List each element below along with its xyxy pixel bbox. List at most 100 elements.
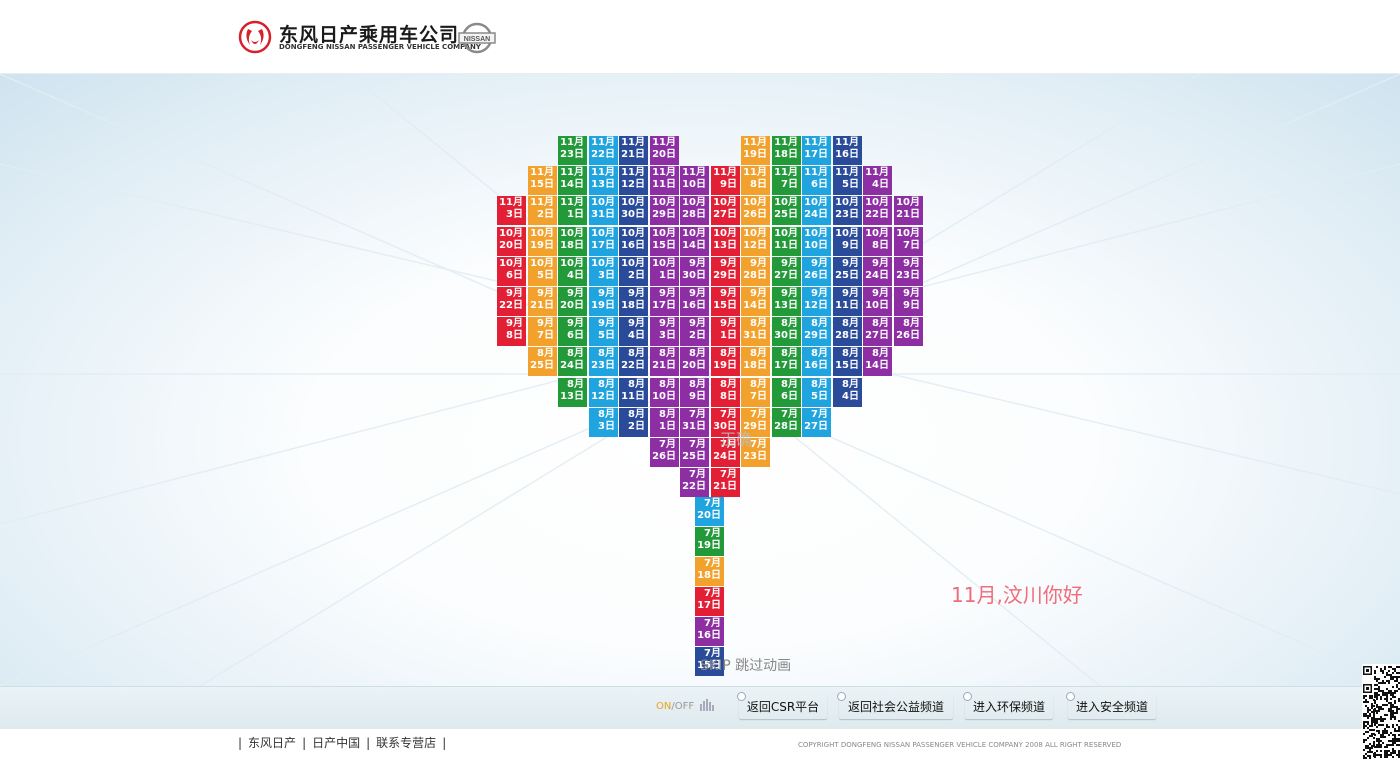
date-tile: 9月 15日 xyxy=(711,287,740,316)
date-tile-day: 20日 xyxy=(697,510,721,521)
button-dot-icon xyxy=(1066,692,1075,701)
date-tile: 9月 21日 xyxy=(528,287,557,316)
sound-on-label[interactable]: ON xyxy=(656,701,671,712)
date-tile-month: 8月 xyxy=(659,409,676,420)
dongfeng-logo-icon[interactable] xyxy=(238,20,272,54)
date-tile-day: 20日 xyxy=(652,149,676,160)
copyright-text: COPYRIGHT DONGFENG NISSAN PASSENGER VEHI… xyxy=(798,741,1122,749)
date-tile-month: 9月 xyxy=(689,318,706,329)
date-tile-month: 8月 xyxy=(659,348,676,359)
date-tile-month: 10月 xyxy=(804,228,828,239)
date-tile-day: 26日 xyxy=(652,451,676,462)
date-tile-month: 7月 xyxy=(720,409,737,420)
date-tile: 10月 31日 xyxy=(589,196,618,225)
date-tile-day: 27日 xyxy=(713,209,737,220)
date-tile: 9月 9日 xyxy=(894,287,923,316)
date-tile: 11月 10日 xyxy=(680,166,709,195)
date-tile: 8月 15日 xyxy=(833,347,862,376)
date-tile-day: 3日 xyxy=(506,209,523,220)
date-tile-month: 11月 xyxy=(499,197,523,208)
date-tile: 8月 7日 xyxy=(741,378,770,407)
date-tile-month: 10月 xyxy=(865,228,889,239)
date-tile: 10月 3日 xyxy=(589,257,618,286)
date-tile-month: 10月 xyxy=(713,197,737,208)
date-tile-day: 28日 xyxy=(774,421,798,432)
date-tile: 11月 4日 xyxy=(863,166,892,195)
date-tile: 8月 6日 xyxy=(772,378,801,407)
return-charity-channel-button[interactable]: 返回社会公益频道 xyxy=(837,692,953,719)
date-tile: 9月 30日 xyxy=(680,257,709,286)
date-tile-day: 25日 xyxy=(835,270,859,281)
sound-off-label[interactable]: /OFF xyxy=(671,701,694,712)
sound-bars-icon[interactable] xyxy=(700,699,714,711)
date-tile: 8月 23日 xyxy=(589,347,618,376)
date-tile-month: 7月 xyxy=(704,498,721,509)
date-tile: 10月 6日 xyxy=(497,257,526,286)
enter-safety-channel-button[interactable]: 进入安全频道 xyxy=(1066,692,1156,719)
date-tile-day: 23日 xyxy=(896,270,920,281)
date-tile: 8月 17日 xyxy=(772,347,801,376)
date-tile-day: 23日 xyxy=(560,149,584,160)
date-tile: 10月 1日 xyxy=(650,257,679,286)
footer-link-nissan-china[interactable]: 日产中国 xyxy=(312,736,360,750)
date-tile-month: 10月 xyxy=(652,258,676,269)
date-tile: 7月 22日 xyxy=(680,468,709,497)
date-tile-day: 4日 xyxy=(872,179,889,190)
skip-animation-link[interactable]: SKIP 跳过动画 xyxy=(700,655,791,675)
date-tile-day: 9日 xyxy=(689,391,706,402)
date-tile-day: 21日 xyxy=(713,481,737,492)
date-tile: 10月 26日 xyxy=(741,196,770,225)
date-tile: 10月 4日 xyxy=(558,257,587,286)
date-tile-day: 26日 xyxy=(896,330,920,341)
date-tile-day: 9日 xyxy=(903,300,920,311)
date-tile: 10月 14日 xyxy=(680,227,709,256)
date-tile: 8月 13日 xyxy=(558,378,587,407)
date-tile-day: 6日 xyxy=(567,330,584,341)
date-tile-day: 25日 xyxy=(774,209,798,220)
date-tile-month: 11月 xyxy=(713,167,737,178)
date-tile: 9月 2日 xyxy=(680,317,709,346)
date-tile-month: 10月 xyxy=(621,258,645,269)
date-tile-month: 11月 xyxy=(621,137,645,148)
date-tile-day: 12日 xyxy=(743,240,767,251)
date-tile-day: 7日 xyxy=(750,391,767,402)
date-tile-day: 15日 xyxy=(652,240,676,251)
date-tile-day: 18日 xyxy=(560,240,584,251)
footer-link-dealers[interactable]: 联系专营店 xyxy=(376,736,436,750)
date-tile-day: 23日 xyxy=(743,451,767,462)
site-footer: | 东风日产 | 日产中国 | 联系专营店 | COPYRIGHT DONGFENG NIS… xyxy=(0,729,1400,760)
date-tile-month: 11月 xyxy=(743,167,767,178)
date-tile-month: 8月 xyxy=(720,379,737,390)
date-tile-month: 8月 xyxy=(872,348,889,359)
sound-toggle[interactable]: ON/OFF xyxy=(656,701,694,712)
footer-link-dongfeng-nissan[interactable]: 东风日产 xyxy=(248,736,296,750)
date-tile-month: 8月 xyxy=(781,348,798,359)
date-tile: 9月 29日 xyxy=(711,257,740,286)
date-tile-day: 14日 xyxy=(560,179,584,190)
date-tile-month: 11月 xyxy=(804,167,828,178)
date-tile: 11月 18日 xyxy=(772,136,801,165)
date-tile-month: 9月 xyxy=(659,288,676,299)
site-header: 东风日产乘用车公司 DONGFENG NISSAN PASSENGER VEHI… xyxy=(0,0,1400,74)
date-tile: 8月 20日 xyxy=(680,347,709,376)
date-tile-day: 21日 xyxy=(621,149,645,160)
date-tile-day: 22日 xyxy=(865,209,889,220)
date-tile-month: 8月 xyxy=(750,318,767,329)
date-tile-month: 8月 xyxy=(842,379,859,390)
date-tile-day: 28日 xyxy=(682,209,706,220)
return-csr-button[interactable]: 返回CSR平台 xyxy=(737,692,827,719)
date-tile: 8月 29日 xyxy=(802,317,831,346)
date-tile: 10月 18日 xyxy=(558,227,587,256)
date-tile: 9月 4日 xyxy=(619,317,648,346)
date-tile-day: 19日 xyxy=(530,240,554,251)
nissan-logo-icon[interactable]: NISSAN xyxy=(458,21,496,55)
date-tile-month: 10月 xyxy=(591,228,615,239)
date-tile-day: 16日 xyxy=(682,300,706,311)
date-tile-month: 10月 xyxy=(621,197,645,208)
date-tile-month: 8月 xyxy=(811,348,828,359)
date-tile: 10月 15日 xyxy=(650,227,679,256)
date-tile-day: 13日 xyxy=(591,179,615,190)
date-tile: 7月 20日 xyxy=(695,497,724,526)
enter-environment-channel-button[interactable]: 进入环保频道 xyxy=(963,692,1053,719)
date-tile-month: 8月 xyxy=(567,379,584,390)
